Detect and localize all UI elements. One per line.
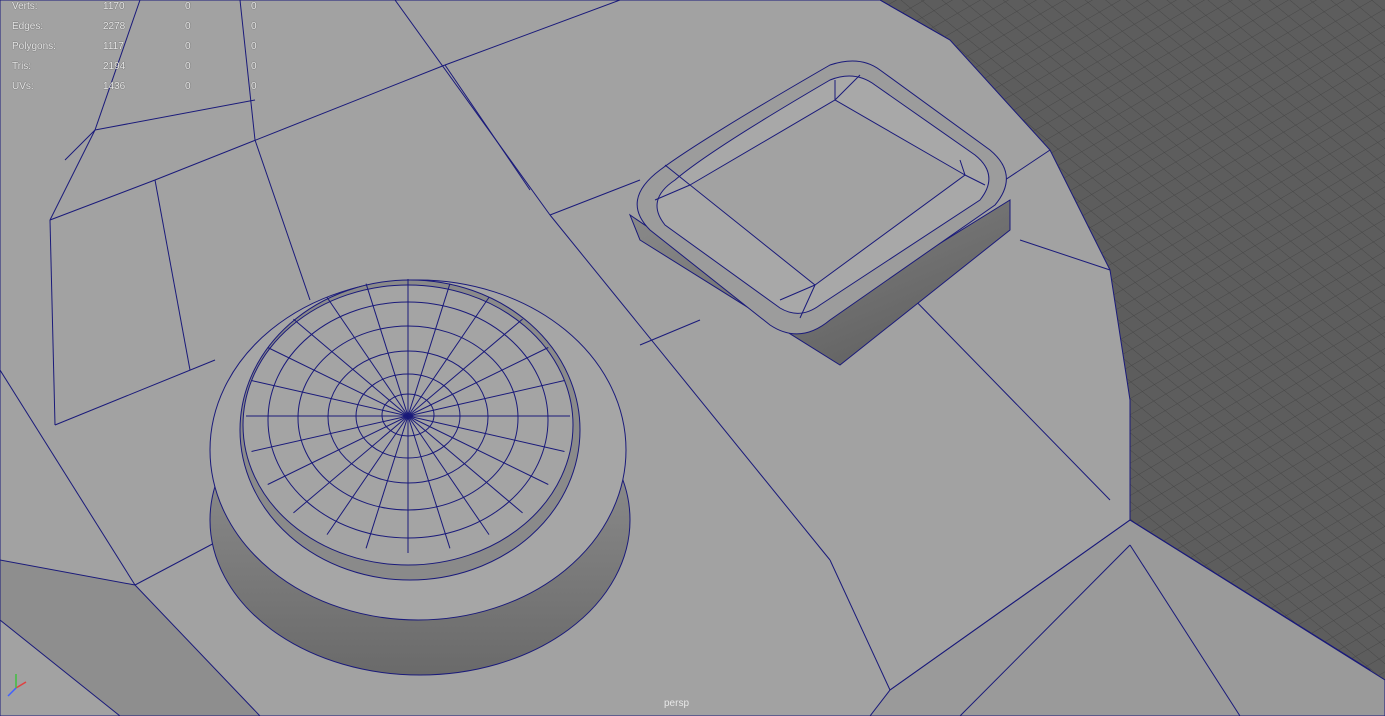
hud-value: 0 [185, 81, 191, 92]
hud-value: 0 [185, 21, 191, 32]
round-button [209, 279, 631, 676]
hud-row-uvs: UVs: 1436 0 0 [0, 81, 270, 95]
hud-value: 0 [185, 41, 191, 52]
hud-value: 1117 [103, 41, 124, 52]
hud-value: 2194 [103, 61, 126, 72]
hud-row-verts: Verts: 1170 0 0 [0, 1, 270, 15]
hud-value: 2278 [103, 21, 126, 32]
camera-name-label: persp [664, 698, 690, 709]
hud-value: 1170 [103, 1, 125, 12]
hud-label: Verts: [12, 1, 38, 12]
hud-value: 0 [251, 41, 257, 52]
hud-row-polygons: Polygons: 1117 0 0 [0, 41, 270, 55]
hud-value: 0 [251, 1, 257, 12]
hud-value: 0 [251, 61, 257, 72]
hud-row-edges: Edges: 2278 0 0 [0, 21, 270, 35]
hud-value: 1436 [103, 81, 126, 92]
scene-render[interactable] [0, 0, 1385, 716]
hud-value: 0 [185, 1, 191, 12]
perspective-viewport[interactable]: Verts: 1170 0 0 Edges: 2278 0 0 Polygons… [0, 0, 1385, 716]
hud-value: 0 [251, 21, 257, 32]
hud-label: UVs: [12, 81, 34, 92]
hud-value: 0 [185, 61, 191, 72]
hud-label: Polygons: [12, 41, 56, 52]
hud-label: Tris: [12, 61, 32, 72]
hud-value: 0 [251, 81, 257, 92]
xyz-axis-icon [7, 674, 27, 697]
hud-label: Edges: [12, 21, 44, 32]
hud-row-tris: Tris: 2194 0 0 [0, 61, 270, 75]
